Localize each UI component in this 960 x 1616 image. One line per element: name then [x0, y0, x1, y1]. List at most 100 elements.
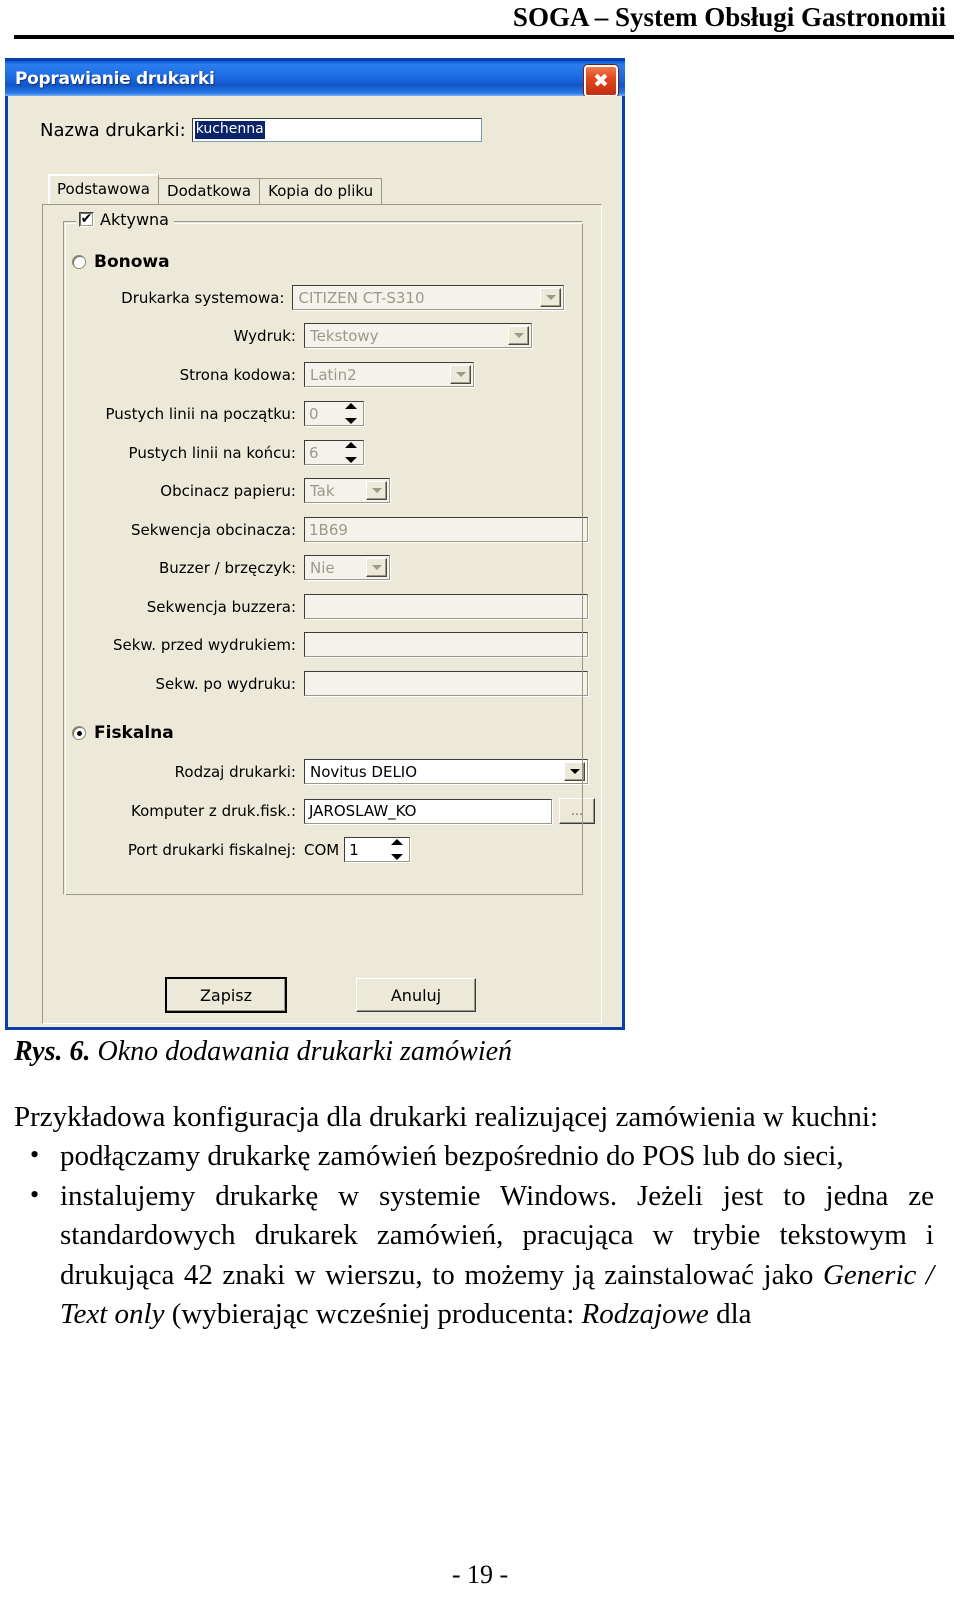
port-prefix-label: COM: [304, 840, 340, 859]
field-sekwencja-buzzera: Sekwencja buzzera:: [64, 594, 588, 619]
obcinacz-papieru-combo[interactable]: Tak: [304, 478, 390, 503]
pustych-linii-poczatek-value: 0: [309, 404, 319, 423]
wydruk-combo[interactable]: Tekstowy: [304, 323, 532, 348]
port-number-spinner[interactable]: 1: [344, 837, 411, 862]
dialog-title: Poprawianie drukarki: [15, 68, 215, 89]
printer-name-row: Nazwa drukarki: kuchenna: [40, 118, 482, 142]
obcinacz-papieru-value: Tak: [310, 481, 335, 500]
cancel-button-label: Anuluj: [390, 985, 442, 1005]
sekwencja-buzzera-label: Sekwencja buzzera:: [146, 597, 296, 616]
list-item: podłączamy drukarkę zamówień bezpośredni…: [30, 1137, 934, 1176]
document-text: Rys. 6. Okno dodawania drukarki zamówień…: [14, 1036, 934, 1335]
wydruk-label: Wydruk:: [233, 326, 296, 345]
komputer-druk-fisk-label: Komputer z druk.fisk.:: [130, 802, 296, 820]
field-pustych-linii-poczatek: Pustych linii na początku: 0: [64, 401, 364, 426]
list-item: instalujemy drukarkę w systemie Windows.…: [30, 1177, 934, 1335]
aktywna-label: Aktywna: [100, 210, 169, 229]
close-icon[interactable]: ✖: [584, 65, 618, 97]
radio-fiskalna-row[interactable]: Fiskalna: [72, 723, 174, 743]
group-aktywna: ✔ Aktywna Bonowa Drukarka systemowa: CIT…: [63, 210, 595, 895]
strona-kodowa-label: Strona kodowa:: [179, 365, 296, 384]
chevron-down-icon[interactable]: [366, 481, 387, 500]
figure-caption-text: Okno dodawania drukarki zamówień: [90, 1036, 513, 1067]
sekw-przed-wydrukiem-input[interactable]: [304, 632, 588, 657]
dialog-body: Nazwa drukarki: kuchenna Podstawowa Doda…: [8, 96, 622, 1027]
drukarka-systemowa-value: CITIZEN CT-S310: [298, 288, 425, 307]
sekwencja-obcinacza-label: Sekwencja obcinacza:: [131, 520, 296, 539]
sekwencja-obcinacza-value: 1B69: [309, 520, 348, 539]
sekwencja-buzzera-input[interactable]: [304, 594, 588, 619]
page-header: SOGA – System Obsługi Gastronomii: [0, 0, 960, 39]
bullet-list: podłączamy drukarkę zamówień bezpośredni…: [14, 1137, 934, 1334]
rodzaj-drukarki-value: Novitus DELIO: [310, 762, 418, 781]
field-sekw-po-wydruku: Sekw. po wydruku:: [64, 671, 588, 696]
radio-dot-icon: [76, 730, 82, 736]
field-wydruk: Wydruk: Tekstowy: [64, 323, 532, 348]
wydruk-value: Tekstowy: [310, 326, 379, 345]
tab-kopia-do-pliku[interactable]: Kopia do pliku: [259, 178, 383, 204]
printer-name-label: Nazwa drukarki:: [40, 119, 186, 141]
tab-page-podstawowa: ✔ Aktywna Bonowa Drukarka systemowa: CIT…: [42, 204, 602, 1024]
chevron-down-icon[interactable]: [540, 288, 561, 307]
aktywna-checkbox-group[interactable]: ✔ Aktywna: [76, 210, 174, 229]
chevron-down-icon[interactable]: [508, 326, 529, 345]
field-sekwencja-obcinacza: Sekwencja obcinacza: 1B69: [64, 517, 588, 542]
buzzer-value: Nie: [310, 558, 335, 577]
sekw-po-wydruku-input[interactable]: [304, 671, 588, 696]
spinner-arrows-icon[interactable]: [341, 442, 361, 463]
bullet-text-4: dla: [708, 1298, 752, 1331]
fiskalna-radio[interactable]: [72, 726, 86, 740]
field-drukarka-systemowa: Drukarka systemowa: CITIZEN CT-S310: [64, 285, 564, 310]
bonowa-label: Bonowa: [94, 252, 170, 272]
field-komputer-druk-fisk: Komputer z druk.fisk.: JAROSLAW_KO ...: [64, 798, 595, 824]
field-buzzer: Buzzer / brzęczyk: Nie: [64, 555, 390, 580]
field-strona-kodowa: Strona kodowa: Latin2: [64, 362, 474, 387]
sekw-przed-wydrukiem-label: Sekw. przed wydrukiem:: [112, 635, 296, 654]
figure-caption: Rys. 6. Okno dodawania drukarki zamówień: [14, 1036, 934, 1068]
strona-kodowa-combo[interactable]: Latin2: [304, 362, 474, 387]
bullet-emphasis-2: Rodzajowe: [581, 1298, 709, 1331]
spinner-arrows-icon[interactable]: [341, 403, 361, 424]
browse-button[interactable]: ...: [559, 798, 595, 824]
fiskalna-label: Fiskalna: [94, 723, 174, 743]
port-drukarki-fiskalnej-label: Port drukarki fiskalnej:: [127, 840, 296, 859]
bullet-text-2: instalujemy drukarkę w systemie Windows.…: [60, 1179, 934, 1291]
pustych-linii-poczatek-spinner[interactable]: 0: [304, 401, 364, 426]
printer-edit-dialog: Poprawianie drukarki ✖ Nazwa drukarki: k…: [5, 58, 625, 1030]
figure-caption-number: Rys. 6.: [14, 1036, 91, 1067]
bullet-text-1: podłączamy drukarkę zamówień bezpośredni…: [60, 1140, 844, 1173]
port-number-value: 1: [349, 840, 359, 859]
komputer-druk-fisk-value: JAROSLAW_KO: [309, 802, 417, 820]
drukarka-systemowa-label: Drukarka systemowa:: [121, 288, 285, 307]
spinner-arrows-icon[interactable]: [387, 839, 407, 860]
sekwencja-obcinacza-input[interactable]: 1B69: [304, 517, 588, 542]
bonowa-radio[interactable]: [72, 255, 86, 269]
printer-name-input[interactable]: kuchenna: [191, 118, 482, 142]
check-icon: ✔: [80, 210, 93, 227]
field-sekw-przed-wydrukiem: Sekw. przed wydrukiem:: [64, 632, 588, 657]
chevron-down-icon[interactable]: [366, 558, 387, 577]
chevron-down-icon[interactable]: [450, 365, 471, 384]
dialog-titlebar[interactable]: Poprawianie drukarki ✖: [5, 58, 625, 97]
tab-dodatkowa[interactable]: Dodatkowa: [158, 178, 261, 204]
komputer-druk-fisk-input[interactable]: JAROSLAW_KO: [304, 798, 552, 824]
field-obcinacz-papieru: Obcinacz papieru: Tak: [64, 478, 390, 503]
buzzer-combo[interactable]: Nie: [304, 555, 390, 580]
page-number: - 19 -: [451, 1560, 509, 1589]
aktywna-checkbox[interactable]: ✔: [79, 212, 94, 227]
buzzer-label: Buzzer / brzęczyk:: [158, 558, 296, 577]
header-divider: [14, 35, 954, 39]
radio-bonowa-row[interactable]: Bonowa: [72, 252, 170, 272]
pustych-linii-koniec-spinner[interactable]: 6: [304, 440, 364, 465]
tab-podstawowa[interactable]: Podstawowa: [48, 174, 160, 204]
sekw-po-wydruku-label: Sekw. po wydruku:: [155, 674, 296, 693]
pustych-linii-koniec-label: Pustych linii na końcu:: [128, 443, 296, 462]
cancel-button[interactable]: Anuluj: [356, 978, 476, 1012]
chevron-down-icon[interactable]: [564, 762, 585, 781]
save-button[interactable]: Zapisz: [165, 977, 287, 1013]
obcinacz-papieru-label: Obcinacz papieru:: [160, 481, 296, 500]
intro-paragraph: Przykładowa konfiguracja dla drukarki re…: [14, 1101, 879, 1133]
drukarka-systemowa-combo[interactable]: CITIZEN CT-S310: [292, 285, 564, 310]
rodzaj-drukarki-combo[interactable]: Novitus DELIO: [304, 759, 588, 784]
field-rodzaj-drukarki: Rodzaj drukarki: Novitus DELIO: [64, 759, 588, 784]
